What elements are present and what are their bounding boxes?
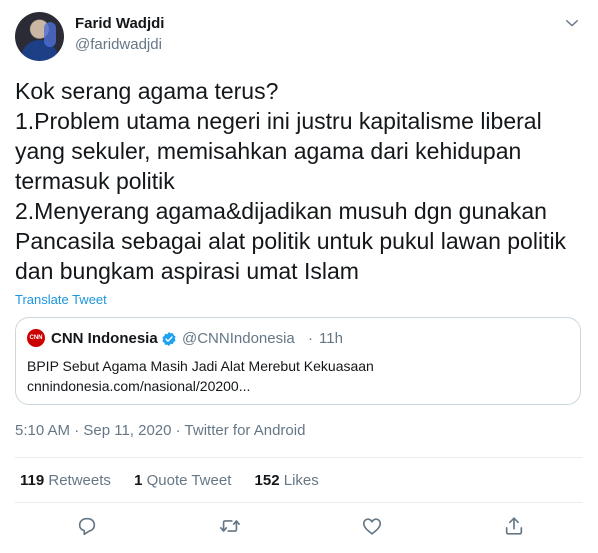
tweet-header: Farid Wadjdi @faridwadjdi — [15, 12, 583, 62]
quote-author-handle: @CNNIndonesia — [182, 330, 295, 347]
quote-time: 11h — [319, 330, 343, 347]
engagement-stats: 119 Retweets 1 Quote Tweet 152 Likes — [20, 472, 338, 489]
tweet-actions — [0, 515, 598, 543]
tweet-text: Kok serang agama terus? 1.Problem utama … — [15, 78, 567, 284]
avatar[interactable] — [15, 12, 64, 61]
translate-tweet-link[interactable]: Translate Tweet — [15, 292, 107, 307]
quote-separator: · — [308, 330, 313, 347]
quote-text: BPIP Sebut Agama Masih Jadi Alat Merebut… — [27, 358, 374, 394]
retweets-label: Retweets — [48, 472, 111, 489]
chevron-down-icon[interactable] — [563, 14, 581, 32]
quotes-stat[interactable]: 1 Quote Tweet — [134, 472, 231, 489]
retweets-stat[interactable]: 119 Retweets — [20, 472, 111, 489]
retweets-count: 119 — [20, 472, 45, 489]
heart-icon[interactable] — [361, 515, 383, 537]
share-icon[interactable] — [503, 515, 525, 537]
likes-stat[interactable]: 152 Likes — [255, 472, 319, 489]
verified-badge-icon — [162, 332, 176, 346]
quotes-count: 1 — [134, 472, 143, 489]
retweet-icon[interactable] — [219, 515, 241, 537]
tweet-timestamp[interactable]: 5:10 AM · Sep 11, 2020 · Twitter for And… — [15, 422, 305, 439]
likes-label: Likes — [283, 472, 319, 489]
reply-icon[interactable] — [76, 515, 98, 537]
divider — [15, 457, 583, 458]
divider — [15, 502, 583, 503]
likes-count: 152 — [254, 472, 280, 489]
author-handle[interactable]: @faridwadjdi — [75, 36, 162, 53]
quoted-tweet-card[interactable]: CNN CNN Indonesia @CNNIndonesia · 11h BP… — [15, 317, 581, 405]
cnn-logo-icon: CNN — [27, 329, 45, 347]
quotes-label: Quote Tweet — [146, 472, 232, 489]
author-name[interactable]: Farid Wadjdi — [75, 15, 164, 32]
quote-author-name: CNN Indonesia — [51, 330, 158, 347]
